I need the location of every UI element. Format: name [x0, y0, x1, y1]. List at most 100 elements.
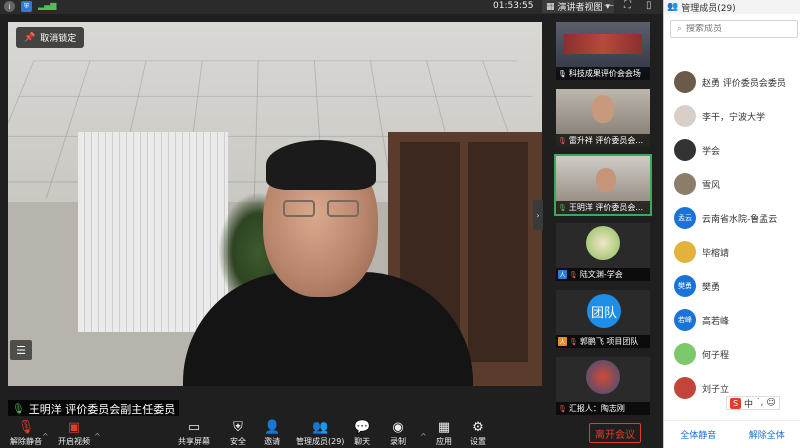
video-off-icon: ▣ [67, 420, 81, 435]
member-search[interactable]: ⌕ [670, 20, 798, 38]
meeting-toolbar: 🎙 解除静音 ^ ▣ 开启视频 ^ ▭ 共享屏幕 ⛨ 安全 👤 邀请 👥 管理成… [0, 416, 663, 448]
tool-label: 开启视频 [58, 437, 90, 446]
tool-label: 设置 [470, 437, 486, 446]
avatar [674, 343, 696, 365]
member-row[interactable]: 何子程 [674, 342, 729, 366]
member-row[interactable]: 毕榕靖 [674, 240, 729, 264]
security-shield-icon[interactable]: ⛨ [21, 1, 32, 12]
user-icon: 人 [558, 270, 567, 279]
member-row[interactable]: 孟云 云南省水院-鲁孟云 [674, 206, 777, 230]
thumbnail-caption: 雷升祥 评价委员会... [568, 136, 644, 145]
thumbnail-video[interactable]: 人 🎙 陆文渊-学会 [556, 223, 650, 281]
avatar [674, 173, 696, 195]
leave-meeting-button[interactable]: 离开会议 [589, 423, 641, 443]
chat-button[interactable]: 💬 聊天 [354, 420, 370, 447]
member-name: 赵勇 评价委员会委员 [702, 78, 786, 89]
apps-button[interactable]: ▦ 应用 [436, 420, 452, 447]
mic-muted-icon: 🎙 [569, 270, 578, 279]
member-name: 刘子立 [702, 384, 730, 395]
member-row[interactable]: 若峰 高若峰 [674, 308, 729, 332]
security-button[interactable]: ⛨ 安全 [230, 420, 246, 447]
info-icon[interactable]: i [4, 1, 15, 12]
tool-label: 聊天 [354, 437, 371, 446]
search-icon: ⌕ [677, 24, 683, 34]
member-row[interactable]: 李干，宁波大学 [674, 104, 765, 128]
avatar [674, 105, 696, 127]
ime-toolbar[interactable]: S 中 ˙, ☺ [726, 396, 780, 410]
mute-all-button[interactable]: 全体静音 [680, 428, 716, 441]
network-signal-icon[interactable]: ▂▄▆ [38, 1, 56, 12]
mic-icon: 🎙 [12, 403, 25, 415]
record-button[interactable]: ◉ 录制 [390, 420, 406, 447]
thumbnail-video[interactable]: 团队 人 🎙 郭鹏飞 项目团队 [556, 290, 650, 348]
thumbnail-video[interactable]: 🎙 科技成果评价会会场 [556, 22, 650, 80]
members-panel-title: 管理成员(29) [681, 3, 736, 14]
member-name: 李干，宁波大学 [702, 112, 766, 123]
emoji-icon: ☺ [766, 398, 776, 408]
tool-label: 录制 [390, 437, 406, 446]
punctuation-icon: ˙, [756, 398, 764, 408]
unpin-button[interactable]: 📌 取消锁定 [16, 27, 85, 48]
start-video-button[interactable]: ▣ 开启视频 [58, 420, 90, 447]
mic-icon: 🎙 [558, 203, 567, 212]
member-row[interactable]: 学会 [674, 138, 720, 162]
avatar: 樊勇 [674, 275, 696, 297]
thumbnail-caption: 陆文渊-学会 [579, 270, 623, 279]
unmute-button[interactable]: 🎙 解除静音 [10, 420, 42, 447]
list-icon: ☰ [16, 343, 26, 357]
tool-label: 邀请 [264, 437, 281, 446]
main-video[interactable] [8, 22, 542, 386]
member-name: 樊勇 [702, 282, 721, 293]
chevron-up-icon[interactable]: ^ [420, 432, 427, 441]
mic-muted-icon: 🎙 [558, 404, 567, 413]
thumbnail-strip: 🎙 科技成果评价会会场 🎙 雷升祥 评价委员会... 🎙 王明洋 评价委员会... 人… [550, 18, 654, 415]
speaker-name: 王明洋 评价委员会副主任委员 [28, 403, 176, 416]
team-avatar: 团队 [587, 294, 621, 328]
panel-actions: 全体静音 解除全体 [664, 420, 800, 448]
manage-members-button[interactable]: 👥 管理成员(29) [296, 420, 344, 447]
panel-toggle-icon[interactable]: ▯ [646, 0, 652, 11]
thumbnail-caption: 郭鹏飞 项目团队 [579, 337, 639, 346]
member-row[interactable]: 雪风 [674, 172, 720, 196]
tool-label: 管理成员(29) [296, 437, 345, 446]
apps-icon: ▦ [437, 420, 451, 435]
chevron-right-icon: › [536, 210, 540, 220]
member-name: 高若峰 [702, 316, 730, 327]
tool-label: 安全 [230, 437, 246, 446]
invite-button[interactable]: 👤 邀请 [264, 420, 280, 447]
thumbnail-video[interactable]: 🎙 雷升祥 评价委员会... [556, 89, 650, 147]
tool-label: 解除静音 [10, 437, 42, 446]
member-row[interactable]: 赵勇 评价委员会委员 [674, 70, 786, 94]
ime-language: 中 [744, 399, 754, 410]
mic-icon: 🎙 [558, 69, 567, 78]
member-search-input[interactable] [686, 24, 787, 34]
chevron-up-icon[interactable]: ^ [94, 432, 101, 441]
share-screen-button[interactable]: ▭ 共享屏幕 [178, 420, 210, 447]
member-name: 学会 [702, 146, 721, 157]
thumbnail-video[interactable]: 🎙 汇报人：陶志刚 [556, 357, 650, 415]
pin-icon: 📌 [24, 32, 36, 43]
view-label: 演讲者视图 [557, 3, 603, 13]
list-view-button[interactable]: ☰ [10, 340, 32, 360]
tool-label: 应用 [436, 437, 452, 446]
member-row[interactable]: 樊勇 樊勇 [674, 274, 720, 298]
mic-muted-icon: 🎙 [569, 337, 578, 346]
members-icon: 👥 [312, 420, 329, 435]
fullscreen-icon[interactable]: ⛶ [624, 0, 631, 11]
member-row[interactable]: 刘子立 [674, 376, 729, 400]
settings-button[interactable]: ⚙ 设置 [470, 420, 486, 447]
chevron-up-icon[interactable]: ^ [42, 432, 49, 441]
tool-label: 共享屏幕 [178, 437, 210, 446]
grid-icon: ▦ [546, 1, 555, 12]
collapse-thumbnails-button[interactable]: › [533, 200, 543, 230]
avatar [674, 71, 696, 93]
thumbnail-caption: 王明洋 评价委员会... [568, 203, 644, 212]
thumbnail-caption: 汇报人：陶志刚 [568, 404, 625, 413]
minimize-icon[interactable]: — [604, 0, 614, 11]
thumbnail-video-active[interactable]: 🎙 王明洋 评价委员会... [554, 154, 652, 216]
thumbnail-caption: 科技成果评价会会场 [568, 69, 641, 78]
share-screen-icon: ▭ [187, 420, 201, 435]
avatar: 孟云 [674, 207, 696, 229]
invite-icon: 👤 [264, 420, 281, 435]
unmute-all-button[interactable]: 解除全体 [749, 428, 785, 441]
